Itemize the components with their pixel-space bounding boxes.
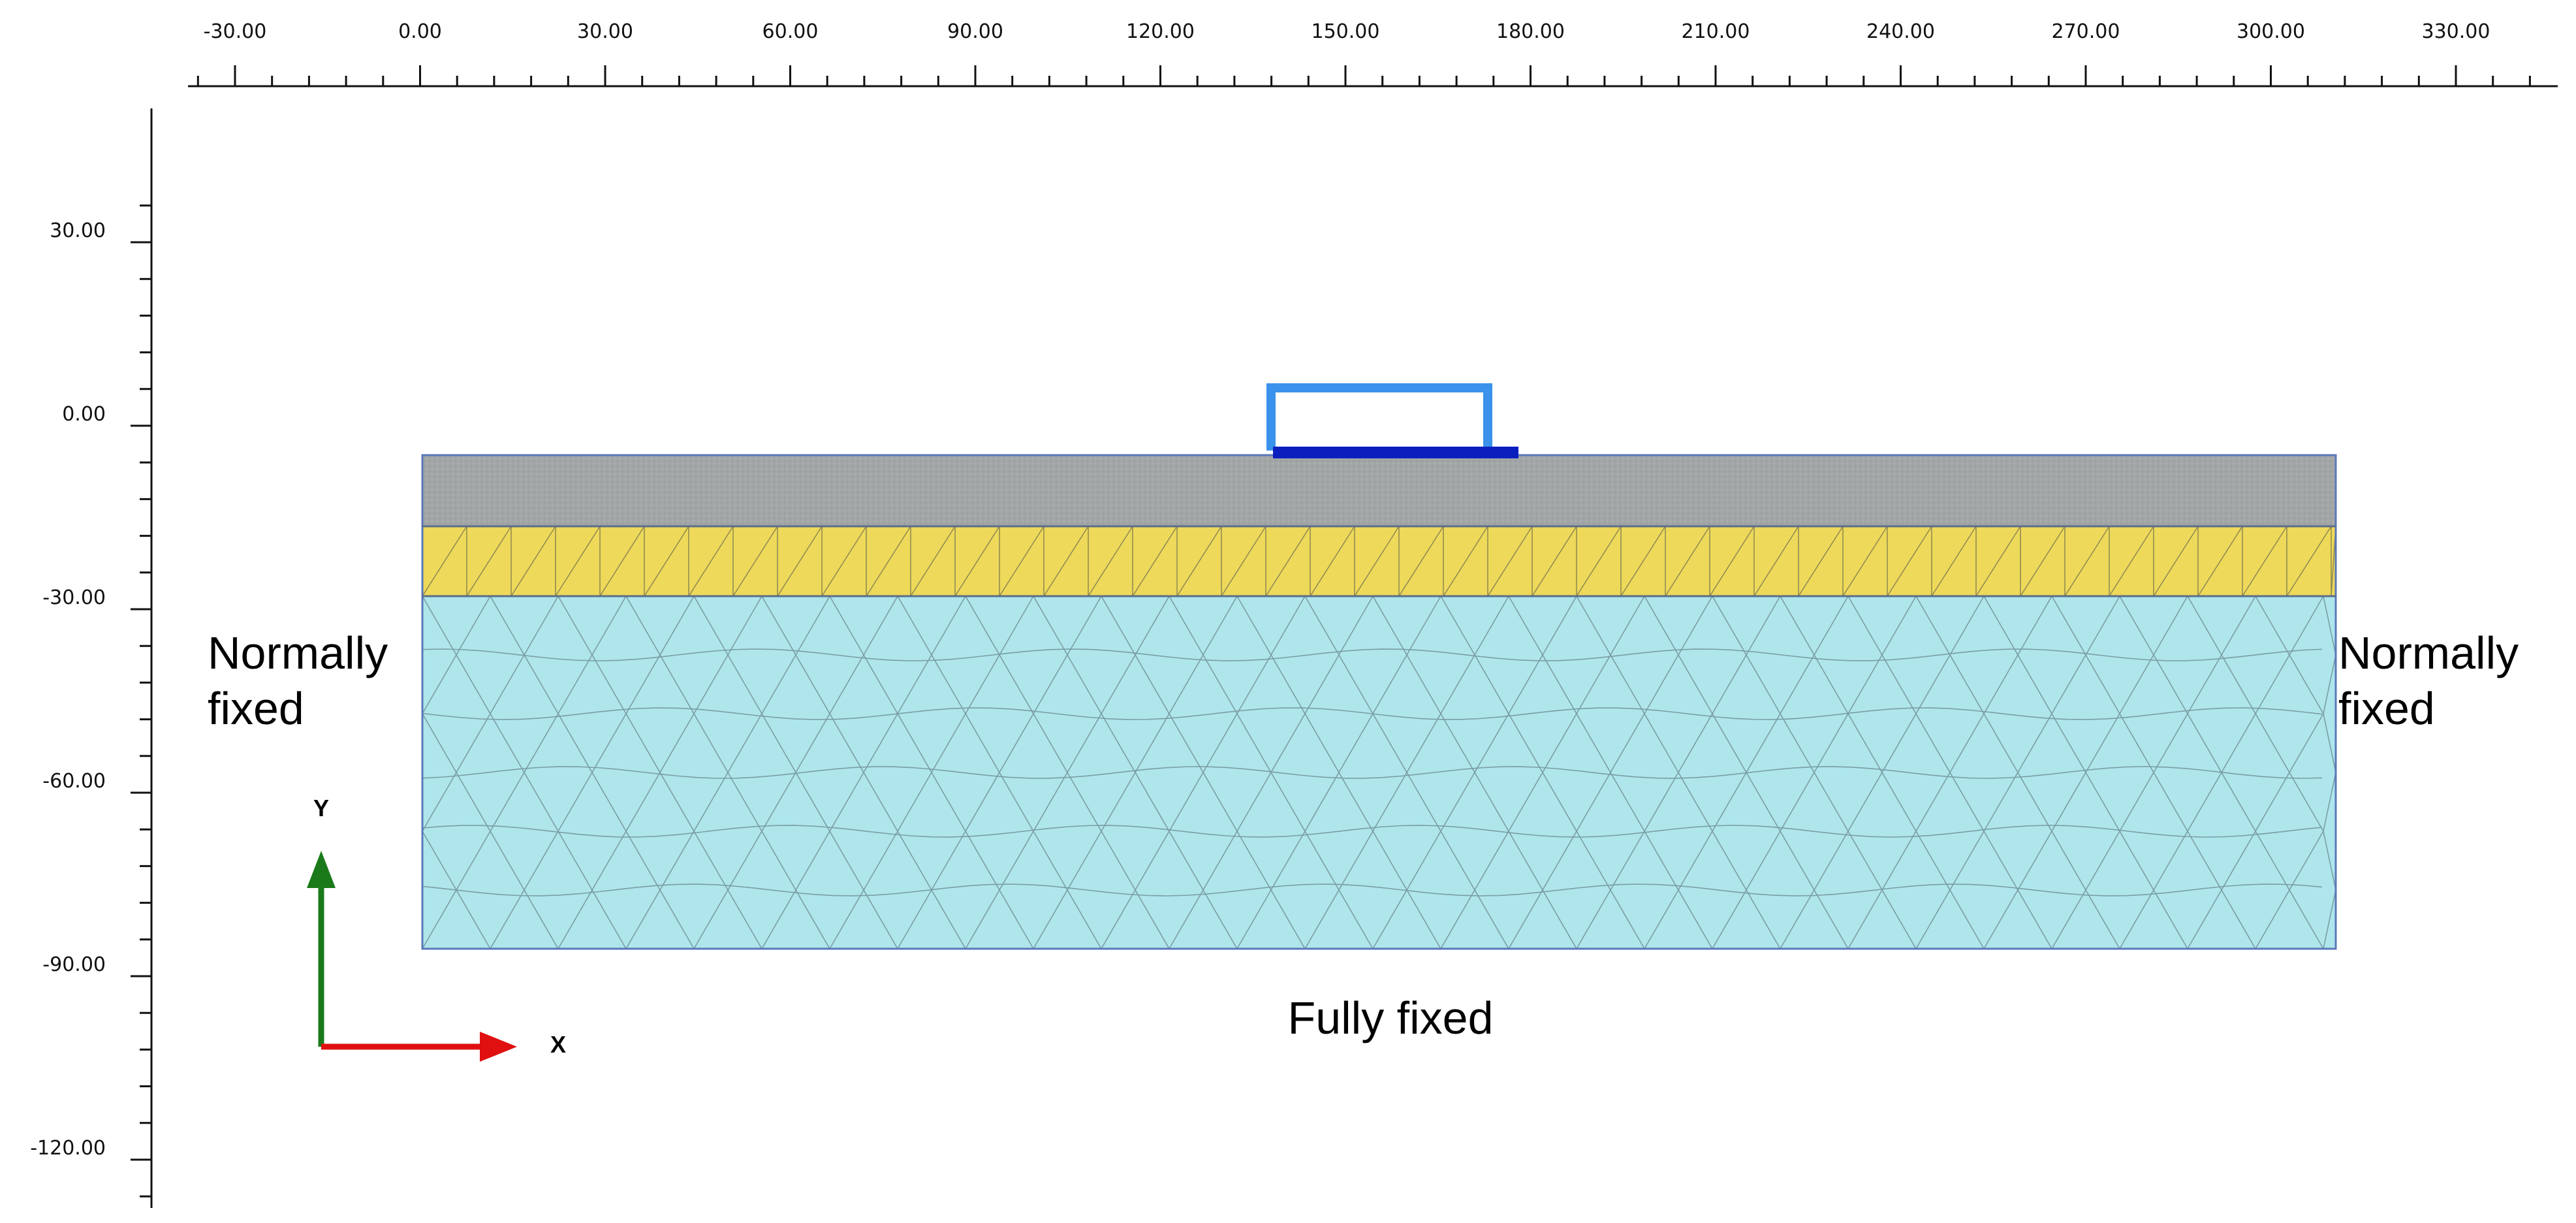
ruler-x-label: 0.00 (398, 20, 442, 43)
ruler-y-label: 0.00 (62, 403, 106, 426)
ruler-y-label: -30.00 (42, 586, 106, 609)
ruler-x-label: 180.00 (1496, 20, 1565, 43)
ruler-x-label: 90.00 (947, 20, 1003, 43)
ruler-x-label: 330.00 (2422, 20, 2490, 43)
ruler-x-label: 60.00 (762, 20, 819, 43)
ruler-x-label: 210.00 (1682, 20, 1750, 43)
bottom-boundary-label: Fully fixed (1287, 993, 1493, 1043)
ruler-x-label: -30.00 (204, 20, 267, 43)
structure-frame[interactable] (1266, 383, 1518, 458)
right-boundary-label: Normally fixed (2338, 627, 2519, 734)
vertical-ruler: 30.00 0.00 -30.00 -60.00 -90.00 -120.00 (30, 108, 153, 1208)
model-viewport[interactable]: -30.00 0.00 30.00 60.00 90.00 120.00 150.00 180… (0, 0, 2576, 1223)
middle-soil-layer[interactable] (422, 526, 2336, 596)
left-boundary-line1: Normally (208, 627, 388, 678)
vertical-ruler-labels: 30.00 0.00 -30.00 -60.00 -90.00 -120.00 (30, 219, 106, 1160)
frame-outline[interactable] (1266, 383, 1492, 451)
ruler-x-label: 270.00 (2052, 20, 2120, 43)
left-boundary-line2: fixed (208, 683, 304, 734)
right-boundary-line1: Normally (2338, 627, 2519, 678)
soil-model[interactable] (421, 454, 2337, 950)
horizontal-ruler-ticks (196, 65, 2531, 86)
ruler-y-label: -120.00 (30, 1137, 106, 1160)
horizontal-ruler: -30.00 0.00 30.00 60.00 90.00 120.00 150.00 180… (188, 20, 2558, 87)
top-soil-layer[interactable] (422, 455, 2336, 526)
right-boundary-line2: fixed (2338, 683, 2435, 734)
x-axis-arrow-head (480, 1032, 517, 1062)
vertical-ruler-ticks (131, 204, 151, 1198)
y-axis-arrow-head (307, 851, 336, 888)
ruler-x-label: 300.00 (2237, 20, 2305, 43)
ruler-y-label: -60.00 (42, 770, 106, 793)
y-axis-label: Y (313, 795, 329, 821)
ruler-y-label: 30.00 (50, 219, 106, 242)
ruler-y-label: -90.00 (42, 953, 106, 976)
left-boundary-label: Normally fixed (208, 627, 388, 734)
x-axis-label: X (550, 1031, 566, 1058)
horizontal-ruler-labels: -30.00 0.00 30.00 60.00 90.00 120.00 150.00 180… (204, 20, 2490, 43)
ruler-x-label: 150.00 (1312, 20, 1380, 43)
ruler-x-label: 30.00 (577, 20, 633, 43)
ruler-x-label: 120.00 (1126, 20, 1195, 43)
ruler-x-label: 240.00 (1866, 20, 1935, 43)
